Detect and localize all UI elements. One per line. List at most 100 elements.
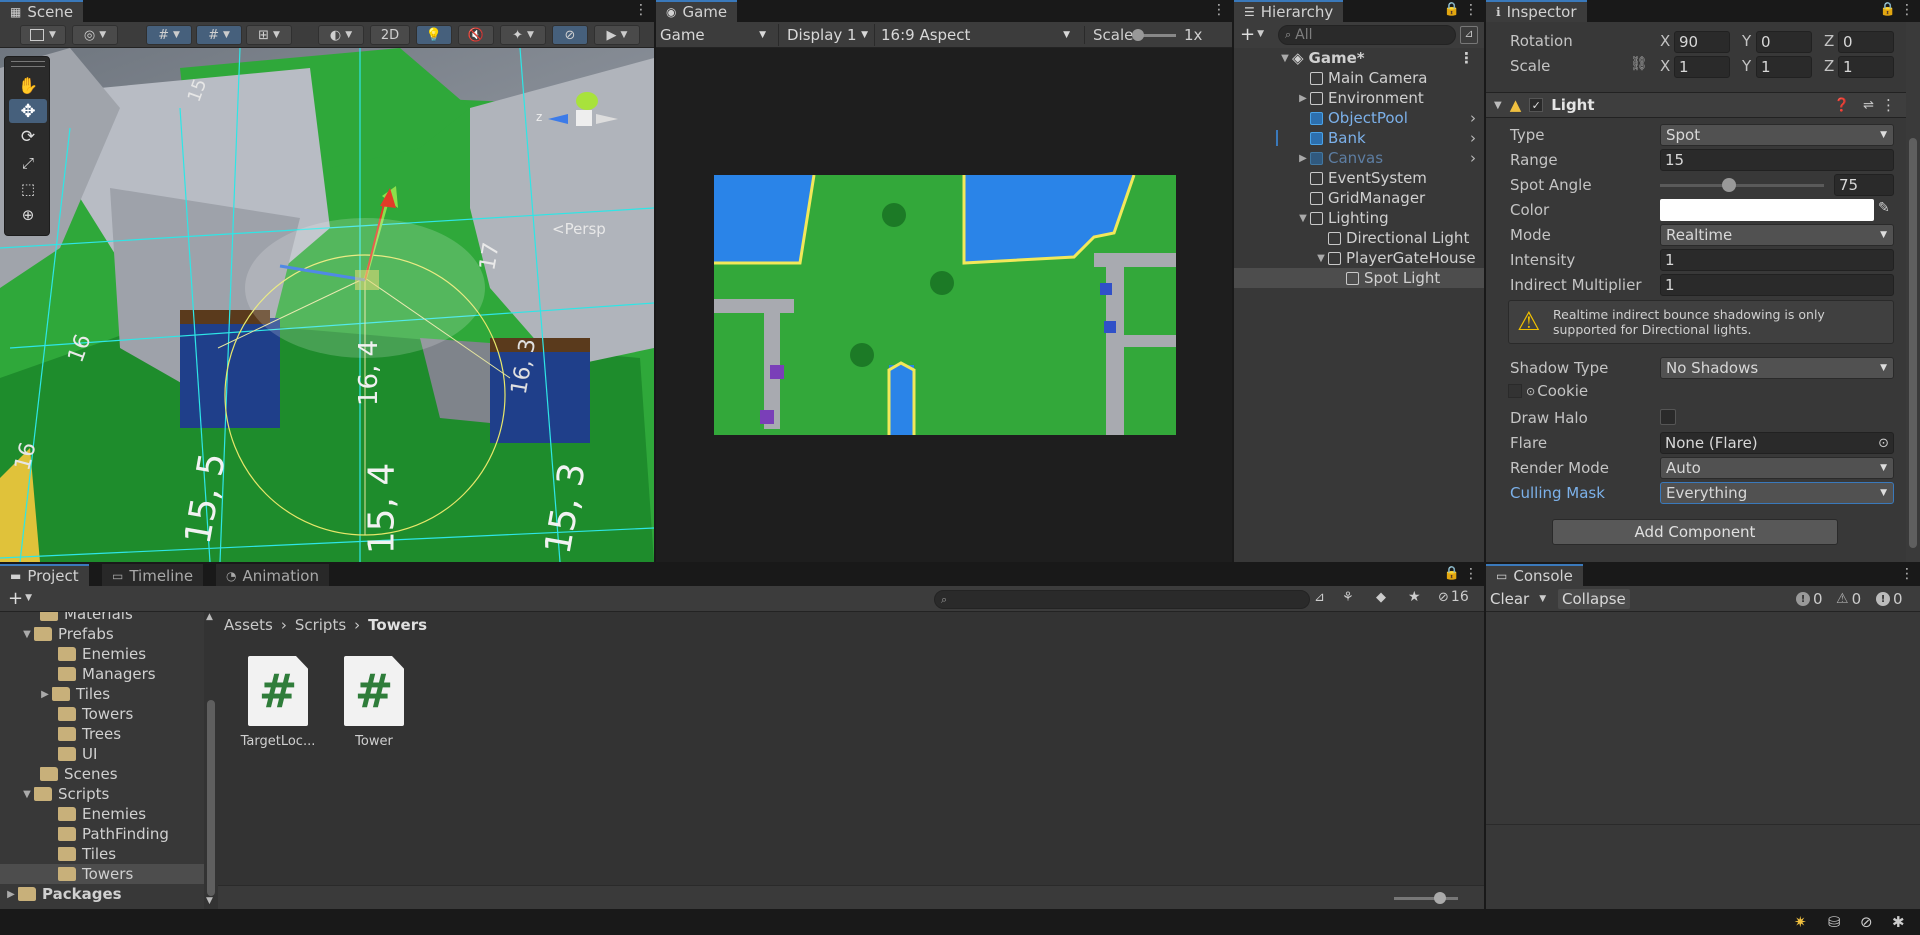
gizmo-x-cone[interactable] bbox=[596, 114, 618, 124]
gizmo-z-cone[interactable] bbox=[548, 114, 568, 124]
tab-project[interactable]: ▬ Project bbox=[0, 564, 89, 586]
type-dropdown[interactable]: Spot ▼ bbox=[1660, 124, 1894, 146]
expand-arrow-icon[interactable]: ▼ bbox=[20, 789, 34, 800]
light-component-header[interactable]: ▼ ▲ ✓ Light ❓ ⇌ ⋮ bbox=[1486, 92, 1906, 118]
hierarchy-item-bank[interactable]: Bank › bbox=[1234, 128, 1484, 148]
enabled-checkbox[interactable]: ✓ bbox=[1529, 98, 1544, 112]
hierarchy-item-objectpool[interactable]: ObjectPool › bbox=[1234, 108, 1484, 128]
scale-slider[interactable] bbox=[1132, 29, 1176, 41]
kebab-menu-icon[interactable]: ⋮ bbox=[1900, 566, 1914, 582]
chevron-down-icon[interactable]: ▼ bbox=[1539, 594, 1546, 604]
hidden-packages-toggle[interactable]: ⊘ 16 bbox=[1438, 589, 1469, 605]
tab-timeline[interactable]: ▭ Timeline bbox=[102, 564, 204, 586]
tree-scrollbar[interactable]: ▲ ▼ bbox=[204, 612, 218, 909]
rotation-z-field[interactable]: 0 bbox=[1838, 31, 1894, 53]
scale-y-field[interactable]: 1 bbox=[1756, 56, 1812, 78]
spot-angle-field[interactable]: 75 bbox=[1834, 174, 1894, 196]
orientation-gizmo[interactable]: z <Persp bbox=[526, 76, 626, 238]
scale-tool-button[interactable]: ⤢ bbox=[9, 151, 47, 175]
hierarchy-item-directional-light[interactable]: Directional Light bbox=[1234, 228, 1484, 248]
inspector-scrollbar-thumb[interactable] bbox=[1909, 138, 1917, 548]
move-tool-button[interactable]: ✥ bbox=[9, 99, 47, 123]
scene-viewport[interactable]: 16 16, 4 17 16, 3 15, 5 15, 4 15, 3 15 1… bbox=[0, 48, 654, 562]
tree-item-prefabs[interactable]: ▼ Prefabs bbox=[0, 624, 204, 644]
tree-item-scripts-enemies[interactable]: Enemies bbox=[0, 804, 204, 824]
spot-angle-slider[interactable] bbox=[1660, 178, 1824, 192]
render-mode-dropdown[interactable]: Auto ▼ bbox=[1660, 457, 1894, 479]
spot-angle-slider-thumb[interactable] bbox=[1721, 178, 1736, 192]
cache-server-icon[interactable]: ⛁ bbox=[1828, 913, 1841, 931]
chevron-right-icon[interactable]: › bbox=[1470, 149, 1476, 167]
expand-arrow-icon[interactable]: ▶ bbox=[1296, 93, 1310, 104]
intensity-field[interactable]: 1 bbox=[1660, 249, 1894, 271]
scale-slider-thumb[interactable] bbox=[1132, 29, 1144, 41]
favorite-star-icon[interactable]: ★ bbox=[1408, 589, 1421, 605]
rect-tool-button[interactable]: ⬚ bbox=[9, 177, 47, 201]
scene-visibility-button[interactable]: ⊘ bbox=[552, 25, 588, 45]
scale-z-field[interactable]: 1 bbox=[1838, 56, 1894, 78]
help-icon[interactable]: ❓ bbox=[1834, 98, 1850, 113]
transform-tool-button[interactable]: ⊕ bbox=[9, 203, 47, 227]
expand-arrow-icon[interactable]: ▼ bbox=[20, 629, 34, 640]
tab-inspector[interactable]: ℹ Inspector bbox=[1486, 0, 1587, 22]
hierarchy-item-spot-light[interactable]: Spot Light bbox=[1234, 268, 1484, 288]
expand-arrow-icon[interactable]: ▼ bbox=[1314, 253, 1328, 264]
kebab-menu-icon[interactable]: ⋮ bbox=[1900, 2, 1914, 18]
hierarchy-item-eventsystem[interactable]: EventSystem bbox=[1234, 168, 1484, 188]
hierarchy-item-lighting[interactable]: ▼ Lighting bbox=[1234, 208, 1484, 228]
kebab-menu-icon[interactable]: ⋮ bbox=[1464, 2, 1478, 18]
game-view-select[interactable]: Game ▼ bbox=[660, 24, 770, 46]
grid-snap-button[interactable]: # ▼ bbox=[146, 25, 192, 45]
asset-item[interactable]: # Tower bbox=[338, 656, 410, 756]
audio-toggle-button[interactable]: 🔇 bbox=[458, 25, 494, 45]
persp-label[interactable]: <Persp bbox=[552, 220, 606, 238]
console-detail-area[interactable] bbox=[1486, 824, 1920, 909]
hierarchy-item-game[interactable]: ▼ ◈ Game* ⋮ bbox=[1234, 48, 1484, 68]
camera-settings-button[interactable]: ▶ ▼ bbox=[594, 25, 640, 45]
tree-item-prefabs-towers[interactable]: Towers bbox=[0, 704, 204, 724]
inspector-scrollbar[interactable] bbox=[1906, 22, 1920, 562]
tree-item-packages[interactable]: ▶ Packages bbox=[0, 884, 204, 904]
breadcrumb-item[interactable]: Scripts bbox=[295, 616, 346, 634]
tab-game[interactable]: ◉ Game bbox=[656, 0, 738, 22]
cookie-checkbox[interactable] bbox=[1508, 384, 1522, 398]
filter-by-label-icon[interactable]: ◆ bbox=[1376, 590, 1386, 605]
expand-arrow-icon[interactable]: ▶ bbox=[4, 889, 18, 900]
collapse-button[interactable]: Collapse bbox=[1558, 589, 1630, 609]
hierarchy-item-playergatehouse[interactable]: ▼ PlayerGateHouse bbox=[1234, 248, 1484, 268]
flare-field[interactable]: None (Flare) ⊙ bbox=[1660, 432, 1894, 454]
gizmo-y-cone[interactable] bbox=[576, 92, 598, 110]
aspect-select[interactable]: 16:9 Aspect ▼ bbox=[874, 24, 1074, 46]
tab-animation[interactable]: ◔ Animation bbox=[216, 564, 329, 586]
cookie-foldout[interactable]: ⊙ Cookie bbox=[1508, 382, 1588, 400]
hierarchy-item-environment[interactable]: ▶ Environment bbox=[1234, 88, 1484, 108]
mode-dropdown[interactable]: Realtime ▼ bbox=[1660, 224, 1894, 246]
grid-toggle-button[interactable]: # ▼ bbox=[196, 25, 242, 45]
display-select[interactable]: Display 1 ▼ bbox=[778, 24, 872, 46]
tree-item-scripts-towers[interactable]: Towers bbox=[0, 864, 204, 884]
tree-item-scripts[interactable]: ▼ Scripts bbox=[0, 784, 204, 804]
tree-item-managers[interactable]: Managers bbox=[0, 664, 204, 684]
tree-item-pathfinding[interactable]: PathFinding bbox=[0, 824, 204, 844]
tree-item-scenes[interactable]: Scenes bbox=[0, 764, 204, 784]
lock-icon[interactable]: 🔒 bbox=[1444, 2, 1460, 17]
shadow-type-dropdown[interactable]: No Shadows ▼ bbox=[1660, 357, 1894, 379]
asset-item[interactable]: # TargetLoc... bbox=[241, 656, 315, 756]
color-swatch[interactable] bbox=[1660, 199, 1874, 221]
console-log-area[interactable] bbox=[1486, 612, 1920, 824]
gizmo-center-cube[interactable] bbox=[576, 110, 592, 126]
expand-arrow-icon[interactable]: ▶ bbox=[38, 689, 52, 700]
kebab-menu-icon[interactable]: ⋮ bbox=[634, 2, 648, 18]
draw-mode-button[interactable]: ▼ bbox=[20, 25, 66, 45]
tree-item-scripts-tiles[interactable]: Tiles bbox=[0, 844, 204, 864]
increment-snap-button[interactable]: ⊞ ▼ bbox=[246, 25, 292, 45]
warning-filter-toggle[interactable]: ⚠ 0 bbox=[1836, 589, 1861, 609]
tree-item-prefabs-tiles[interactable]: ▶ Tiles bbox=[0, 684, 204, 704]
kebab-menu-icon[interactable]: ⋮ bbox=[1464, 566, 1478, 582]
game-viewport[interactable] bbox=[714, 175, 1176, 435]
debug-mode-icon[interactable]: ⊘ bbox=[1860, 913, 1873, 931]
tab-hierarchy[interactable]: ☰ Hierarchy bbox=[1234, 0, 1344, 22]
breadcrumb-item-current[interactable]: Towers bbox=[368, 616, 427, 634]
hierarchy-search[interactable]: ⌕ All bbox=[1278, 25, 1456, 45]
icon-size-slider[interactable] bbox=[1394, 892, 1458, 904]
